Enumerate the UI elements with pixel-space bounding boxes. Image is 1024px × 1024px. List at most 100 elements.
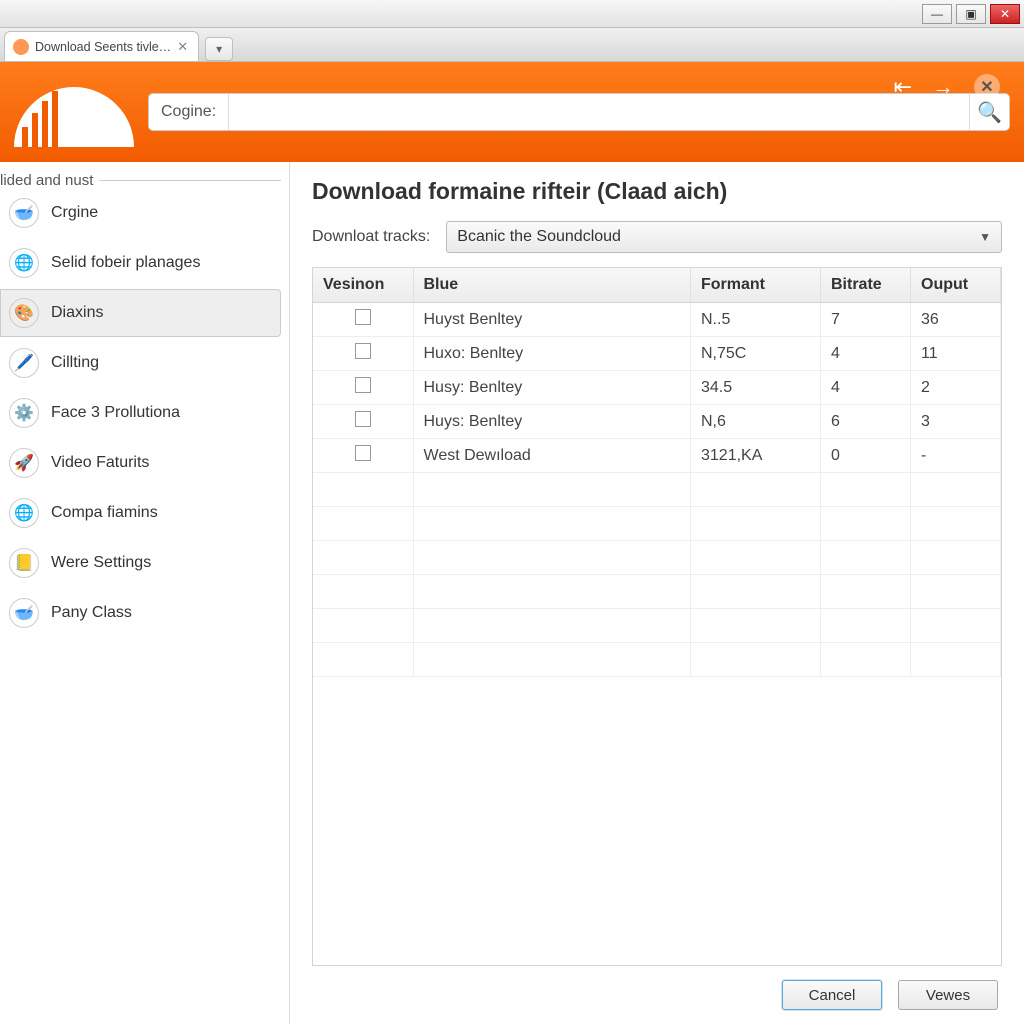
cell-ouput: - — [911, 439, 1001, 473]
sidebar-item-label: Were Settings — [51, 554, 151, 572]
sidebar-group-label: lided and nust — [0, 172, 99, 189]
cell-formant — [691, 473, 821, 507]
sidebar-item-label: Selid fobeir planages — [51, 254, 200, 272]
table-row[interactable]: Husy: Benltey34.542 — [313, 371, 1001, 405]
row-checkbox[interactable] — [355, 343, 371, 359]
vewes-button[interactable]: Vewes — [898, 980, 998, 1010]
cell-blue: Huxo: Benltey — [413, 337, 691, 371]
cell-formant — [691, 609, 821, 643]
table-row[interactable] — [313, 507, 1001, 541]
page-title: Download formaine rifteir (Claad aich) — [312, 178, 1002, 205]
cell-ouput — [911, 541, 1001, 575]
cell-ouput — [911, 473, 1001, 507]
window-maximize-button[interactable]: ▣ — [956, 4, 986, 24]
tab-close-icon[interactable]: ✕ — [177, 39, 188, 55]
cell-ouput — [911, 643, 1001, 677]
cell-ouput: 2 — [911, 371, 1001, 405]
sidebar-item-label: Cillting — [51, 354, 99, 372]
cell-formant: 34.5 — [691, 371, 821, 405]
table-row[interactable]: Huyst BenlteyN..5736 — [313, 303, 1001, 337]
search-input[interactable] — [229, 94, 969, 130]
sidebar-item[interactable]: 🎨Diaxins — [0, 289, 281, 337]
table-row[interactable]: Huys: BenlteyN,663 — [313, 405, 1001, 439]
new-tab-button[interactable]: ▾ — [205, 37, 233, 61]
cell-blue — [413, 507, 691, 541]
sidebar-item[interactable]: 🌐 Compa fiamins — [0, 489, 281, 537]
table-row[interactable] — [313, 575, 1001, 609]
table-row[interactable] — [313, 541, 1001, 575]
sidebar-item[interactable]: 🥣 Crgine — [0, 189, 281, 237]
cell-formant: 3121,KA — [691, 439, 821, 473]
sidebar-item-label: Pany Class — [51, 604, 132, 622]
row-checkbox[interactable] — [355, 445, 371, 461]
row-checkbox[interactable] — [355, 309, 371, 325]
tracks-select[interactable]: Bcanic the Soundcloud ▼ — [446, 221, 1002, 253]
tracks-table: VesinonBlueFormantBitrateOuput Huyst Ben… — [312, 267, 1002, 966]
column-header[interactable]: Ouput — [911, 268, 1001, 303]
cell-ouput: 3 — [911, 405, 1001, 439]
cell-formant — [691, 575, 821, 609]
table-row[interactable]: West Dewıload3121,KA0- — [313, 439, 1001, 473]
cell-blue: Husy: Benltey — [413, 371, 691, 405]
sidebar-item-label: Compa fiamins — [51, 504, 158, 522]
main-panel: Download formaine rifteir (Claad aich) D… — [290, 162, 1024, 1024]
sidebar-item[interactable]: 🥣Pany Class — [0, 589, 281, 637]
cell-blue — [413, 541, 691, 575]
sidebar-item-icon: 🌐 — [9, 248, 39, 278]
cell-blue: West Dewıload — [413, 439, 691, 473]
cell-bitrate — [821, 541, 911, 575]
favicon-icon — [13, 39, 29, 55]
search-bar: Cogine: 🔍 — [148, 93, 1010, 131]
sidebar-item[interactable]: 🌐 Selid fobeir planages — [0, 239, 281, 287]
browser-tab[interactable]: Download Seents tivle… ✕ — [4, 31, 199, 61]
cell-formant — [691, 507, 821, 541]
sidebar-item-label: Face 3 Prollutiona — [51, 404, 180, 422]
cell-bitrate: 7 — [821, 303, 911, 337]
table-row[interactable] — [313, 643, 1001, 677]
sidebar-item[interactable]: 🖊️Cillting — [0, 339, 281, 387]
cell-bitrate: 4 — [821, 371, 911, 405]
row-checkbox[interactable] — [355, 411, 371, 427]
sidebar-item-icon: 📒 — [9, 548, 39, 578]
row-checkbox[interactable] — [355, 377, 371, 393]
window-close-button[interactable]: ✕ — [990, 4, 1020, 24]
sidebar-item[interactable]: 📒 Were Settings — [0, 539, 281, 587]
sidebar: lided and nust 🥣 Crgine 🌐 Selid fobeir plan… — [0, 162, 290, 1024]
cell-formant: N,75C — [691, 337, 821, 371]
cell-blue — [413, 643, 691, 677]
window-minimize-button[interactable]: — — [922, 4, 952, 24]
cell-formant: N,6 — [691, 405, 821, 439]
sidebar-item-icon: 🥣 — [9, 198, 39, 228]
table-row[interactable] — [313, 473, 1001, 507]
cloud-logo-icon — [14, 77, 134, 147]
cell-blue: Huys: Benltey — [413, 405, 691, 439]
cell-ouput — [911, 609, 1001, 643]
cell-bitrate — [821, 609, 911, 643]
cell-bitrate: 4 — [821, 337, 911, 371]
sidebar-item[interactable]: ⚙️Face 3 Prollutiona — [0, 389, 281, 437]
sidebar-item-icon: 🌐 — [9, 498, 39, 528]
column-header[interactable]: Vesinon — [313, 268, 413, 303]
sidebar-item-label: Crgine — [51, 204, 98, 222]
column-header[interactable]: Bitrate — [821, 268, 911, 303]
nav-forward-icon[interactable]: → — [932, 74, 954, 100]
cancel-button[interactable]: Cancel — [782, 980, 882, 1010]
column-header[interactable]: Blue — [413, 268, 691, 303]
nav-back-icon[interactable]: ⇤ — [894, 74, 912, 100]
sidebar-item-label: Video Faturits — [51, 454, 149, 472]
cell-ouput — [911, 575, 1001, 609]
sidebar-item[interactable]: 🚀Video Faturits — [0, 439, 281, 487]
window-titlebar: — ▣ ✕ — [0, 0, 1024, 28]
cell-bitrate — [821, 575, 911, 609]
cell-ouput: 36 — [911, 303, 1001, 337]
table-row[interactable] — [313, 609, 1001, 643]
table-row[interactable]: Huxo: BenlteyN,75C411 — [313, 337, 1001, 371]
cell-bitrate — [821, 473, 911, 507]
header-bar: Cogine: 🔍 ⇤ → ✕ — [0, 62, 1024, 162]
cell-bitrate — [821, 643, 911, 677]
header-close-icon[interactable]: ✕ — [974, 74, 1000, 100]
column-header[interactable]: Formant — [691, 268, 821, 303]
cell-blue — [413, 473, 691, 507]
cell-formant — [691, 541, 821, 575]
chevron-down-icon: ▼ — [979, 230, 991, 244]
